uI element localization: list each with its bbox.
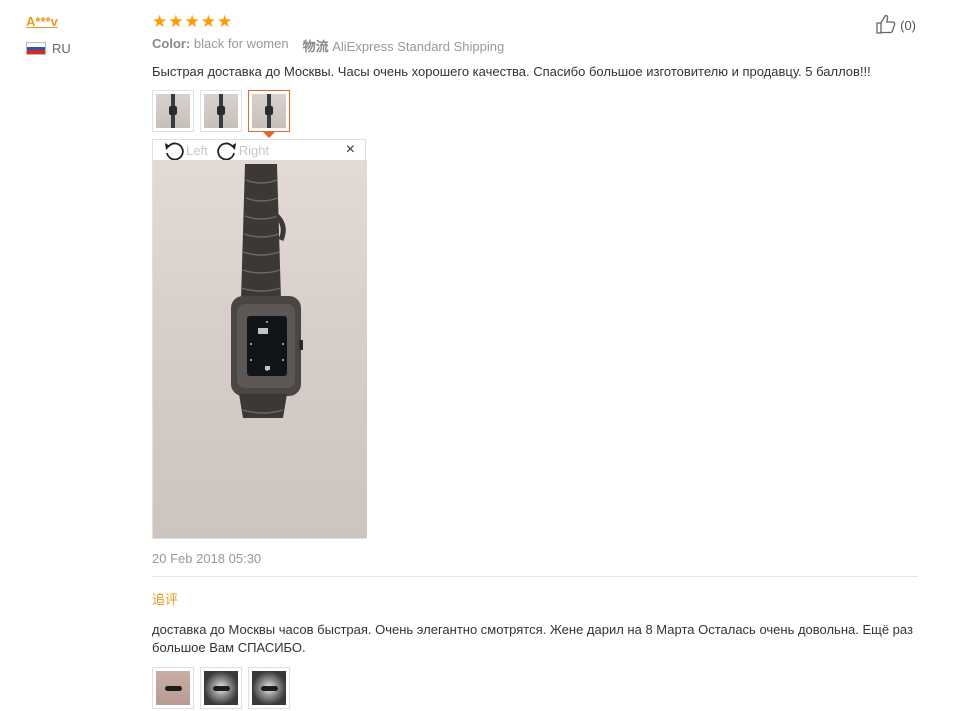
reviewer-country: RU xyxy=(26,41,136,56)
review-photo-thumbnail[interactable] xyxy=(200,90,242,132)
shipping-label: 物流 xyxy=(302,39,329,54)
shipping-info: 物流 AliExpress Standard Shipping xyxy=(303,36,505,55)
shipping-value: AliExpress Standard Shipping xyxy=(332,39,505,54)
review: ★ ★ ★ ★ ★ (0) Color: black for women 物流 … xyxy=(152,12,918,709)
followup-photo-thumbnails xyxy=(152,667,918,709)
star-icon: ★ xyxy=(200,12,216,31)
country-code: RU xyxy=(52,41,71,56)
rotate-right-button[interactable]: Right xyxy=(216,140,269,160)
rotate-right-icon xyxy=(216,140,238,160)
star-icon: ★ xyxy=(217,12,233,31)
rotate-left-label: Left xyxy=(186,142,208,158)
review-photo-large xyxy=(153,160,367,538)
review-photo-thumbnail[interactable] xyxy=(152,90,194,132)
photo-viewer-toolbar: Left Right × xyxy=(153,140,365,160)
star-icon: ★ xyxy=(152,12,168,31)
star-icon: ★ xyxy=(168,12,184,31)
reviewer-name-link[interactable]: A***v xyxy=(26,14,136,29)
reviewer-info: A***v RU xyxy=(26,14,136,56)
star-icon: ★ xyxy=(184,12,200,31)
thumbs-up-icon xyxy=(875,14,897,37)
rotate-left-icon xyxy=(163,140,185,160)
review-photo-thumbnail-active[interactable] xyxy=(248,90,290,138)
helpful-count: (0) xyxy=(900,18,916,33)
color-value: black for women xyxy=(193,36,289,51)
photo-viewer: Left Right × xyxy=(152,139,367,539)
close-viewer-icon[interactable]: × xyxy=(346,141,355,159)
review-meta: Color: black for women 物流 AliExpress Sta… xyxy=(152,36,918,55)
followup-review-text: доставка до Москвы часов быстрая. Очень … xyxy=(152,622,913,655)
selected-caret-icon xyxy=(263,132,275,138)
followup-review-title: 追评 xyxy=(152,592,179,607)
helpful-button[interactable]: (0) xyxy=(875,14,916,37)
divider xyxy=(152,576,918,577)
color-label: Color: xyxy=(152,36,191,51)
rotate-right-label: Right xyxy=(238,142,270,158)
russia-flag-icon xyxy=(26,42,46,55)
review-text: Быстрая доставка до Москвы. Часы очень х… xyxy=(152,64,871,79)
review-photo-thumbnails xyxy=(152,90,918,138)
followup-photo-thumbnail[interactable] xyxy=(248,667,290,709)
color-info: Color: black for women xyxy=(152,36,289,55)
review-date: 20 Feb 2018 05:30 xyxy=(152,551,262,566)
rotate-left-button[interactable]: Left xyxy=(163,140,208,160)
followup-photo-thumbnail[interactable] xyxy=(200,667,242,709)
star-rating: ★ ★ ★ ★ ★ xyxy=(152,12,918,31)
followup-photo-thumbnail[interactable] xyxy=(152,667,194,709)
